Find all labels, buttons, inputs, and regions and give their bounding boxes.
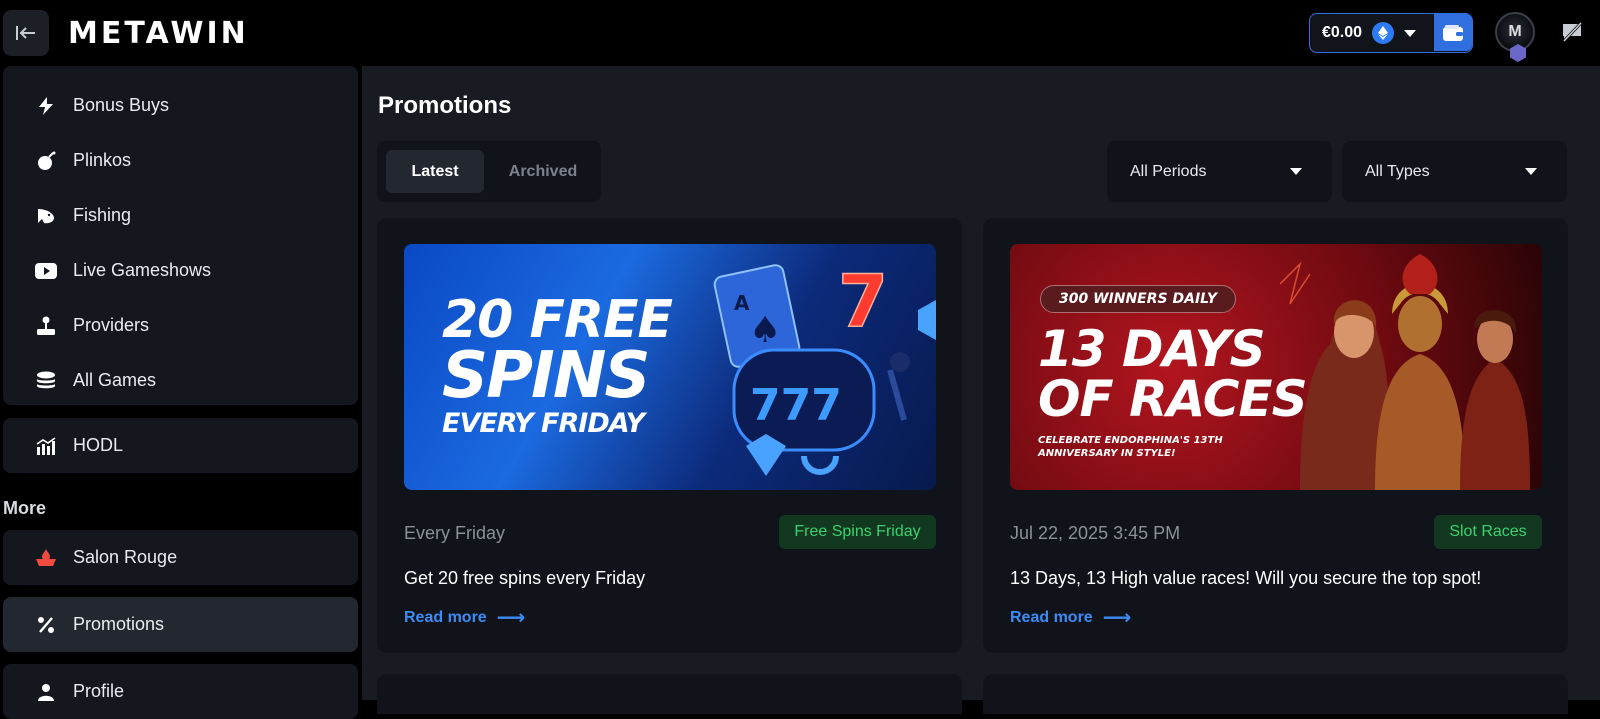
sidebar-item-bonus-buys[interactable]: Bonus Buys	[3, 78, 358, 133]
sidebar-item-label: Live Gameshows	[73, 260, 212, 280]
top-bar: METAWIN €0.00 M	[0, 0, 1600, 66]
promotion-card[interactable]: 300 WINNERS DAILY 13 DAYS OF RACES CELEB…	[983, 218, 1568, 653]
caret-down-icon	[1525, 168, 1537, 175]
sidebar-item-profile[interactable]: Profile	[3, 664, 358, 719]
user-icon	[35, 681, 57, 703]
chevron-down-icon[interactable]	[1404, 29, 1417, 37]
slot-races-artwork: 300 WINNERS DAILY 13 DAYS OF RACES CELEB…	[1010, 244, 1542, 490]
sidebar-item-salon-rouge[interactable]: Salon Rouge	[3, 530, 358, 585]
sidebar-item-label: HODL	[73, 435, 124, 455]
banner-line-3: EVERY FRIDAY	[442, 408, 645, 439]
sidebar-item-live-gameshows[interactable]: Live Gameshows	[3, 243, 358, 298]
sidebar-item-promotions[interactable]: Promotions	[3, 597, 358, 652]
read-more-label: Read more	[1010, 608, 1093, 626]
sidebar-item-label: Plinkos	[73, 150, 132, 170]
sidebar-item-label: Providers	[73, 315, 150, 335]
promotion-date: Jul 22, 2025 3:45 PM	[1010, 523, 1181, 543]
banner-line-3: CELEBRATE ENDORPHINA'S 13TH ANNIVERSARY …	[1038, 435, 1223, 459]
sidebar-item-fishing[interactable]: Fishing	[3, 188, 358, 243]
svg-text:A: A	[734, 291, 750, 315]
promotion-date: Every Friday	[404, 523, 506, 543]
page-title: Promotions	[378, 92, 512, 119]
arrow-right-icon: ⟶	[496, 607, 526, 629]
sidebar-item-label: Fishing	[73, 205, 132, 225]
free-spins-artwork: A ♠ 7 777 20 FREE SPINS EVERY FRIDAY	[404, 244, 936, 490]
promotion-type-badge: Slot Races	[1434, 515, 1542, 549]
joystick-icon	[35, 315, 57, 337]
promotion-description: Get 20 free spins every Friday	[404, 568, 646, 588]
wallet-icon	[1443, 24, 1463, 41]
promotion-tabs: Latest Archived	[377, 141, 601, 202]
sidebar-item-all-games[interactable]: All Games	[3, 353, 358, 408]
ethereum-icon	[1372, 22, 1395, 44]
chat-off-icon	[1562, 21, 1583, 43]
svg-text:777: 777	[750, 380, 842, 431]
chart-icon	[35, 435, 57, 457]
promotion-card[interactable]: A ♠ 7 777 20 FREE SPINS EVERY FRIDAY Eve…	[377, 218, 962, 653]
sidebar-item-label: Salon Rouge	[73, 547, 178, 567]
banner-line-2: OF RACES	[1038, 370, 1308, 428]
read-more-link[interactable]: Read more ⟶	[404, 605, 525, 630]
wallet-balance[interactable]: €0.00	[1309, 13, 1473, 53]
metawin-logo[interactable]: METAWIN	[68, 16, 249, 51]
type-filter-select[interactable]: All Types	[1342, 141, 1567, 202]
sidebar-item-label: Profile	[73, 681, 125, 701]
promotion-banner-image[interactable]: 300 WINNERS DAILY 13 DAYS OF RACES CELEB…	[1010, 244, 1542, 490]
bomb-icon	[35, 150, 57, 172]
avatar-initial: M	[1508, 23, 1522, 40]
period-filter-select[interactable]: All Periods	[1107, 141, 1332, 202]
salon-icon	[35, 547, 57, 569]
caret-down-icon	[1290, 168, 1302, 175]
collapse-sidebar-button[interactable]	[3, 10, 49, 56]
sidebar-item-label: Promotions	[73, 614, 165, 634]
more-heading: More	[3, 498, 47, 518]
sidebar-item-label: All Games	[73, 370, 157, 390]
read-more-link[interactable]: Read more ⟶	[1010, 605, 1131, 630]
lightning-icon	[35, 95, 57, 117]
sidebar: Bonus Buys Plinkos Fishing Live Gameshow…	[0, 66, 362, 719]
warriors-illustration	[1280, 254, 1530, 490]
sidebar-item-providers[interactable]: Providers	[3, 298, 358, 353]
arrow-right-icon: ⟶	[1102, 607, 1132, 629]
sidebar-games-group: Bonus Buys Plinkos Fishing Live Gameshow…	[3, 66, 358, 405]
sidebar-item-hodl[interactable]: HODL	[3, 418, 358, 473]
main-content: Promotions Latest Archived All Periods A…	[362, 66, 1600, 714]
promotion-card[interactable]	[983, 674, 1568, 714]
banner-line-1: 13 DAYS	[1038, 320, 1266, 378]
slot-machine-illustration: A ♠ 7 777	[713, 258, 936, 476]
balance-amount: €0.00	[1322, 24, 1363, 41]
sidebar-item-label: Bonus Buys	[73, 95, 170, 115]
promotion-banner-image[interactable]: A ♠ 7 777 20 FREE SPINS EVERY FRIDAY	[404, 244, 936, 490]
promotion-type-badge: Free Spins Friday	[779, 515, 936, 549]
svg-text:7: 7	[838, 259, 888, 343]
wallet-button[interactable]	[1434, 14, 1472, 51]
banner-line-2: SPINS	[442, 339, 650, 413]
promotion-card[interactable]	[377, 674, 962, 714]
read-more-label: Read more	[404, 608, 487, 626]
stack-icon	[35, 370, 57, 392]
winners-pill: 300 WINNERS DAILY	[1040, 285, 1237, 313]
tab-latest[interactable]: Latest	[386, 150, 484, 193]
fish-icon	[35, 205, 57, 227]
tab-archived[interactable]: Archived	[494, 150, 592, 193]
period-filter-value: All Periods	[1130, 162, 1207, 180]
promotion-description: 13 Days, 13 High value races! Will you s…	[1010, 568, 1482, 588]
percent-icon	[35, 614, 57, 636]
svg-text:♠: ♠	[749, 310, 781, 351]
play-icon	[35, 260, 57, 282]
type-filter-value: All Types	[1365, 162, 1430, 180]
chat-toggle-button[interactable]	[1560, 20, 1584, 44]
collapse-left-icon	[16, 26, 35, 40]
sidebar-item-plinkos[interactable]: Plinkos	[3, 133, 358, 188]
